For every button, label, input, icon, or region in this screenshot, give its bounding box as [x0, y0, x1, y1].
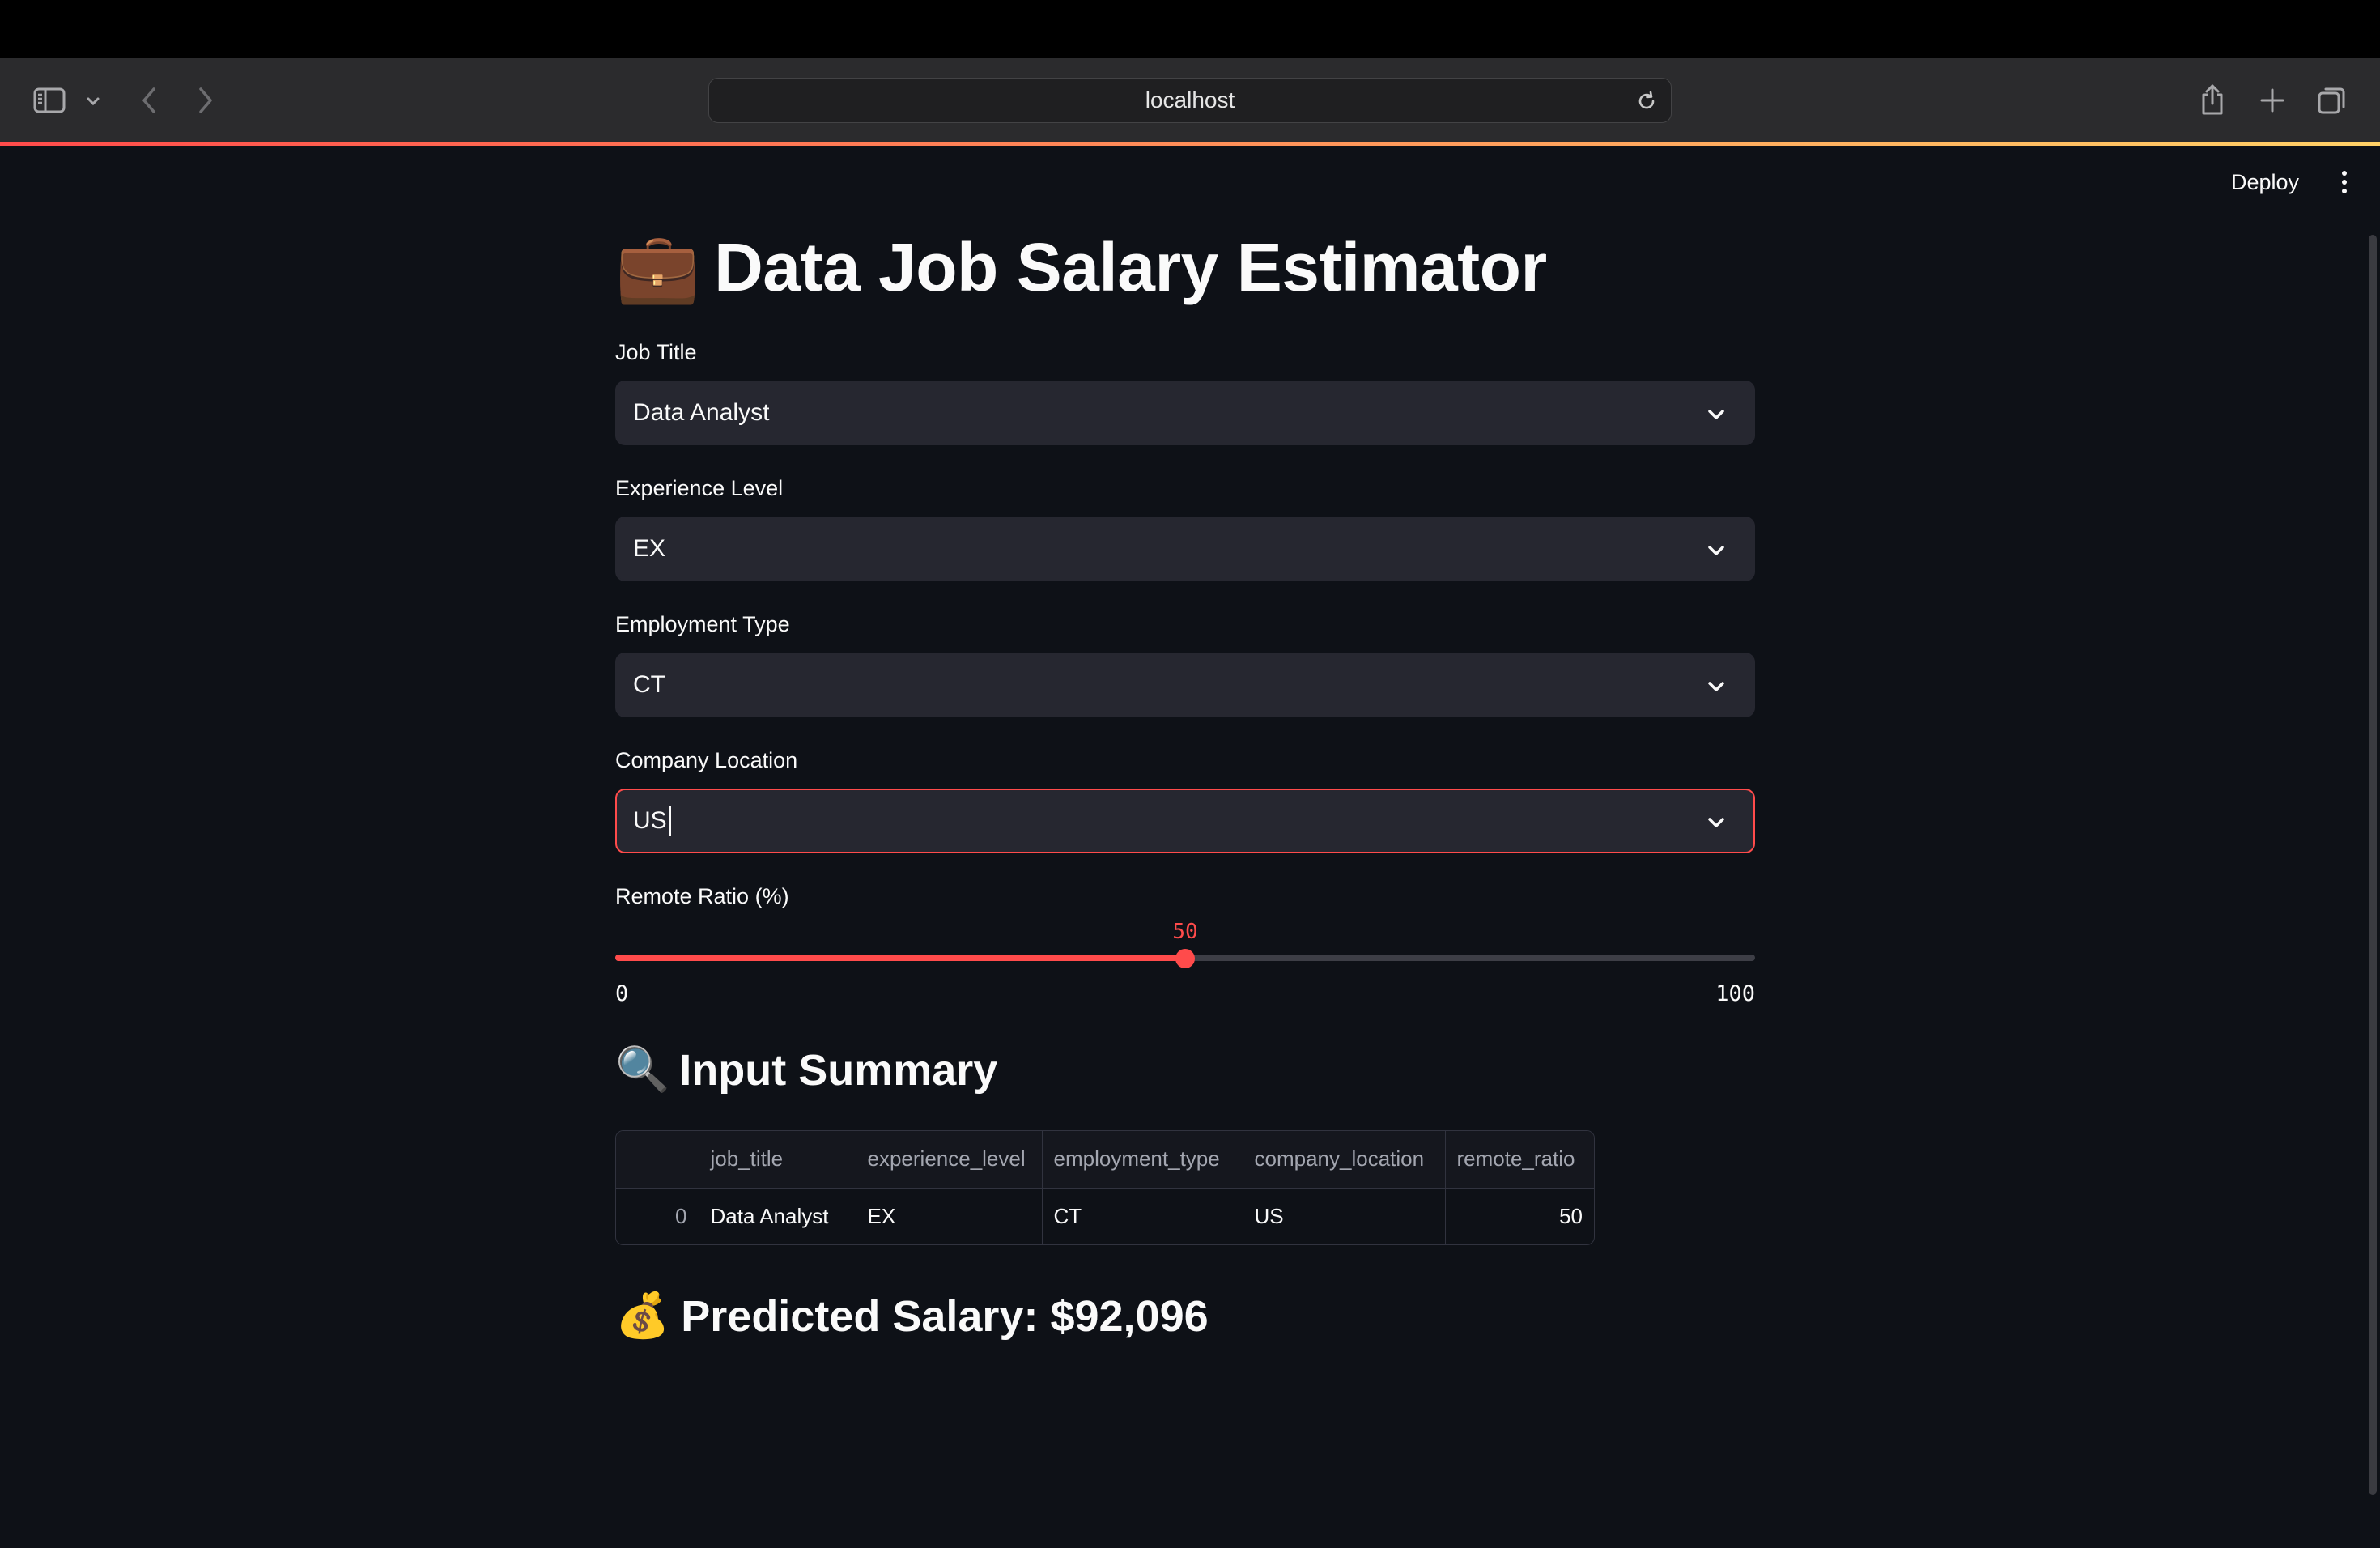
- main-menu-icon[interactable]: [2328, 162, 2361, 202]
- experience-level-value: EX: [633, 535, 666, 562]
- chevron-down-icon[interactable]: [1703, 402, 1729, 427]
- column-header-experience-level[interactable]: experience_level: [856, 1131, 1043, 1189]
- predicted-salary-heading: 💰 Predicted Salary: $92,096: [615, 1291, 1209, 1342]
- column-header-employment-type[interactable]: employment_type: [1042, 1131, 1243, 1189]
- slider-current-value: 50: [1172, 920, 1198, 944]
- table-cell-remote-ratio[interactable]: 50: [1445, 1188, 1594, 1244]
- page-title: 💼 Data Job Salary Estimator: [615, 227, 1547, 308]
- experience-level-select[interactable]: EX: [615, 517, 1755, 581]
- sidebar-toggle-icon[interactable]: [29, 83, 70, 118]
- reload-icon[interactable]: [1634, 88, 1660, 114]
- company-location-value[interactable]: US: [633, 807, 667, 835]
- company-location-label: Company Location: [615, 748, 798, 772]
- remote-ratio-label: Remote Ratio (%): [615, 884, 789, 908]
- money-bag-icon: 💰: [615, 1291, 670, 1340]
- employment-type-value: CT: [633, 671, 665, 698]
- employment-type-label: Employment Type: [615, 612, 790, 636]
- slider-max-label: 100: [1715, 981, 1755, 1006]
- magnifier-icon: 🔍: [615, 1045, 670, 1094]
- chevron-down-icon[interactable]: [1703, 810, 1729, 836]
- chevron-down-icon[interactable]: [81, 89, 105, 113]
- screen-top-bar: [0, 0, 2380, 58]
- column-header-job-title[interactable]: job_title: [699, 1131, 856, 1189]
- briefcase-icon: 💼: [615, 228, 700, 305]
- table-cell-employment-type[interactable]: CT: [1042, 1188, 1243, 1244]
- column-header-index[interactable]: [616, 1131, 699, 1189]
- share-icon[interactable]: [2194, 79, 2231, 120]
- tab-overview-icon[interactable]: [2314, 83, 2351, 118]
- table-cell-index[interactable]: 0: [616, 1188, 699, 1244]
- table-row: 0 Data Analyst EX CT US 50: [616, 1188, 1594, 1244]
- slider-fill: [615, 955, 1185, 961]
- job-title-value: Data Analyst: [633, 399, 770, 426]
- job-title-select[interactable]: Data Analyst: [615, 381, 1755, 445]
- app-decoration-stripe: [0, 142, 2380, 146]
- remote-ratio-slider-thumb[interactable]: [1175, 949, 1195, 968]
- column-header-remote-ratio[interactable]: remote_ratio: [1445, 1131, 1594, 1189]
- chevron-down-icon[interactable]: [1703, 538, 1729, 563]
- employment-type-select[interactable]: CT: [615, 653, 1755, 717]
- forward-arrow-icon[interactable]: [189, 83, 222, 118]
- input-summary-title: Input Summary: [679, 1045, 998, 1095]
- url-text: localhost: [1145, 87, 1235, 113]
- page-scrollbar[interactable]: [2369, 235, 2377, 1495]
- predicted-salary-text: Predicted Salary: $92,096: [681, 1291, 1209, 1341]
- summary-dataframe[interactable]: job_title experience_level employment_ty…: [615, 1130, 1595, 1245]
- input-summary-heading: 🔍 Input Summary: [615, 1044, 997, 1095]
- address-bar[interactable]: localhost: [708, 78, 1672, 123]
- browser-toolbar: localhost: [0, 58, 2380, 144]
- job-title-label: Job Title: [615, 340, 697, 364]
- table-cell-experience-level[interactable]: EX: [856, 1188, 1043, 1244]
- table-cell-company-location[interactable]: US: [1243, 1188, 1446, 1244]
- new-tab-icon[interactable]: [2254, 83, 2291, 118]
- column-header-company-location[interactable]: company_location: [1243, 1131, 1446, 1189]
- table-cell-job-title[interactable]: Data Analyst: [699, 1188, 856, 1244]
- text-cursor: [668, 806, 671, 836]
- back-arrow-icon[interactable]: [133, 83, 165, 118]
- company-location-select[interactable]: US: [615, 789, 1755, 853]
- chevron-down-icon[interactable]: [1703, 674, 1729, 700]
- table-header-row: job_title experience_level employment_ty…: [616, 1131, 1594, 1189]
- page-title-text: Data Job Salary Estimator: [714, 228, 1547, 305]
- experience-level-label: Experience Level: [615, 476, 784, 500]
- deploy-button[interactable]: Deploy: [2216, 162, 2314, 202]
- slider-min-label: 0: [615, 981, 629, 1006]
